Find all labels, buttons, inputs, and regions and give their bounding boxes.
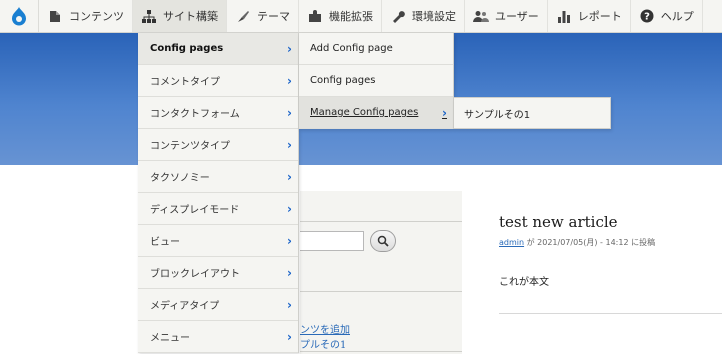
toolbar-label-extend: 機能拡張 bbox=[329, 10, 373, 23]
content-divider bbox=[499, 313, 722, 314]
menu-item-label: ブロックレイアウト bbox=[150, 269, 240, 280]
sidebar-divider bbox=[300, 221, 462, 222]
toolbar-label-content: コンテンツ bbox=[69, 10, 124, 23]
article-meta: admin が 2021/07/05(月) - 14:12 に投稿 bbox=[499, 237, 655, 248]
chevron-right-icon: › bbox=[287, 233, 292, 248]
menu-item-label: ディスプレイモード bbox=[150, 205, 240, 216]
svg-text:?: ? bbox=[644, 12, 650, 23]
menu-item-views[interactable]: ビュー › bbox=[138, 225, 298, 257]
menu-item-label: ビュー bbox=[150, 237, 180, 248]
menu-item-label: メニュー bbox=[150, 333, 190, 344]
wrench-icon bbox=[390, 8, 406, 24]
search-icon bbox=[377, 235, 389, 247]
menu-item-label: タクソノミー bbox=[150, 173, 210, 184]
chevron-right-icon: › bbox=[287, 73, 292, 88]
menu-item-config-pages-list[interactable]: Config pages bbox=[299, 65, 453, 97]
page-content: ンツを追加 プルその1 test new article admin が 202… bbox=[0, 165, 722, 354]
chevron-right-icon: › bbox=[287, 201, 292, 216]
author-link[interactable]: admin bbox=[499, 238, 524, 247]
menu-item-sample-1[interactable]: サンプルその1 bbox=[464, 106, 530, 121]
toolbar-label-help: ヘルプ bbox=[660, 10, 694, 23]
sitemap-icon bbox=[141, 8, 157, 24]
menu-item-label: コメントタイプ bbox=[150, 77, 220, 88]
toolbar-label-structure: サイト構築 bbox=[163, 10, 218, 23]
search-button[interactable] bbox=[370, 230, 396, 252]
document-icon bbox=[47, 8, 63, 24]
config-pages-submenu: Add Config page Config pages Manage Conf… bbox=[299, 33, 454, 129]
toolbar-label-people: ユーザー bbox=[495, 10, 539, 23]
menu-item-label: メディアタイプ bbox=[150, 301, 220, 312]
toolbar-item-help[interactable]: ? ヘルプ bbox=[631, 0, 703, 32]
chevron-right-icon: › bbox=[287, 265, 292, 280]
toolbar-item-structure[interactable]: サイト構築 bbox=[133, 0, 227, 32]
chevron-right-icon: › bbox=[287, 41, 292, 56]
menu-item-label: Config pages bbox=[150, 43, 224, 54]
toolbar-item-content[interactable]: コンテンツ bbox=[39, 0, 133, 32]
toolbar-label-config: 環境設定 bbox=[412, 10, 456, 23]
article-body: これが本文 bbox=[499, 277, 549, 288]
article-meta-suffix: が 2021/07/05(月) - 14:12 に投稿 bbox=[524, 238, 656, 247]
article-title[interactable]: test new article bbox=[499, 213, 618, 231]
chevron-right-icon: › bbox=[287, 329, 292, 344]
people-icon bbox=[473, 8, 489, 24]
menu-item-label: Config pages bbox=[310, 75, 376, 86]
brush-icon bbox=[235, 8, 251, 24]
chevron-right-icon: › bbox=[287, 169, 292, 184]
toolbar-label-reports: レポート bbox=[577, 10, 622, 23]
sidebar-link-sample[interactable]: プルその1 bbox=[300, 336, 346, 351]
menu-item-manage-config-pages[interactable]: Manage Config pages › bbox=[299, 97, 453, 129]
menu-item-label: コンタクトフォーム bbox=[150, 109, 240, 120]
menu-item-config-pages[interactable]: Config pages › bbox=[138, 33, 298, 65]
structure-dropdown-menu: Config pages › コメントタイプ › コンタクトフォーム › コンテンツタ… bbox=[138, 33, 299, 353]
search-input[interactable] bbox=[300, 231, 364, 251]
drupal-logo-icon[interactable] bbox=[0, 0, 39, 32]
toolbar-item-extend[interactable]: 機能拡張 bbox=[299, 0, 382, 32]
sidebar-divider bbox=[300, 351, 462, 352]
menu-item-contact-forms[interactable]: コンタクトフォーム › bbox=[138, 97, 298, 129]
puzzle-icon bbox=[307, 8, 323, 24]
sidebar-link-add-content[interactable]: ンツを追加 bbox=[300, 321, 350, 336]
chevron-right-icon: › bbox=[287, 137, 292, 152]
sidebar-divider bbox=[300, 291, 462, 292]
menu-item-content-types[interactable]: コンテンツタイプ › bbox=[138, 129, 298, 161]
menu-item-label: コンテンツタイプ bbox=[150, 141, 230, 152]
menu-item-comment-types[interactable]: コメントタイプ › bbox=[138, 65, 298, 97]
chevron-right-icon: › bbox=[287, 297, 292, 312]
chevron-right-icon: › bbox=[442, 105, 447, 120]
menu-item-block-layout[interactable]: ブロックレイアウト › bbox=[138, 257, 298, 289]
menu-item-display-modes[interactable]: ディスプレイモード › bbox=[138, 193, 298, 225]
menu-item-menus[interactable]: メニュー › bbox=[138, 321, 298, 353]
menu-item-label: Add Config page bbox=[310, 43, 393, 54]
menu-item-taxonomy[interactable]: タクソノミー › bbox=[138, 161, 298, 193]
question-icon: ? bbox=[639, 8, 655, 24]
manage-config-pages-submenu[interactable]: サンプルその1 bbox=[454, 97, 611, 129]
bar-chart-icon bbox=[556, 8, 572, 24]
admin-toolbar: コンテンツ サイト構築 テーマ 機能拡張 環境設定 ユーザー レポート ? ヘル… bbox=[0, 0, 722, 33]
toolbar-item-appearance[interactable]: テーマ bbox=[227, 0, 299, 32]
toolbar-label-appearance: テーマ bbox=[257, 10, 290, 23]
toolbar-item-config[interactable]: 環境設定 bbox=[382, 0, 465, 32]
menu-item-media-types[interactable]: メディアタイプ › bbox=[138, 289, 298, 321]
sidebar: ンツを追加 プルその1 bbox=[300, 191, 462, 354]
menu-item-add-config-page[interactable]: Add Config page bbox=[299, 33, 453, 65]
chevron-right-icon: › bbox=[287, 105, 292, 120]
toolbar-item-people[interactable]: ユーザー bbox=[465, 0, 548, 32]
menu-item-label: Manage Config pages bbox=[310, 107, 419, 118]
toolbar-item-reports[interactable]: レポート bbox=[548, 0, 631, 32]
